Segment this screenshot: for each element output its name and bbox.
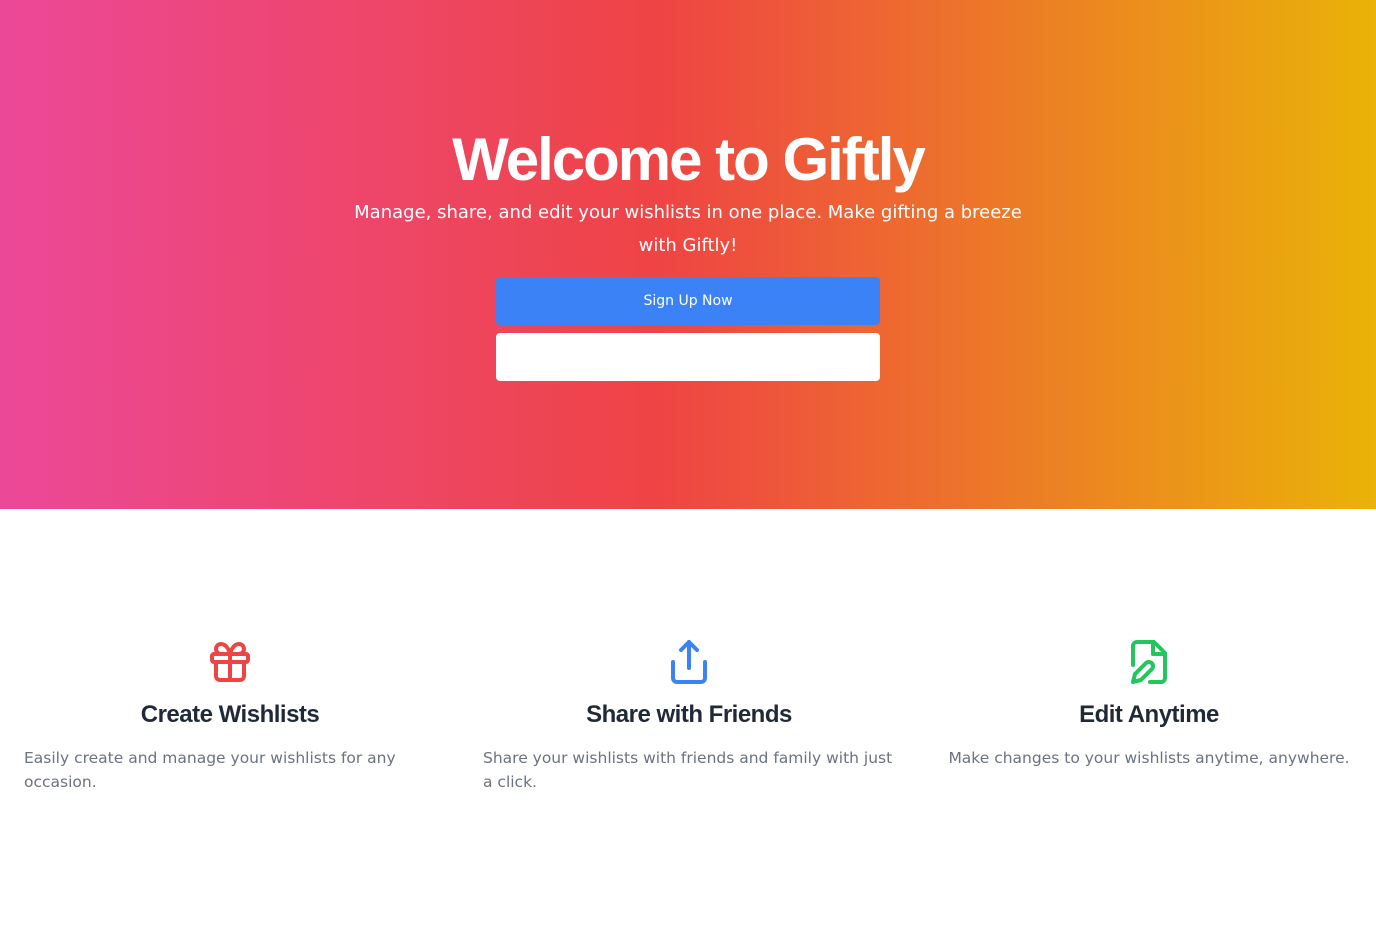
secondary-button[interactable] [496,333,880,381]
feature-description: Share your wishlists with friends and fa… [483,749,893,791]
feature-share-with-friends: Share with Friends Share your wishlists … [483,638,895,794]
hero-title: Welcome to Giftly [452,126,926,193]
feature-description: Make changes to your wishlists anytime, … [948,749,1350,767]
sign-up-button[interactable]: Sign Up Now [496,277,880,325]
share-icon [671,640,707,684]
feature-create-wishlists: Create Wishlists Easily create and manag… [24,638,436,794]
hero-section: Welcome to Giftly Manage, share, and edi… [0,0,1376,509]
feature-description: Easily create and manage your wishlists … [24,749,396,791]
edit-document-icon [1131,640,1167,684]
feature-title: Edit Anytime [1079,701,1219,728]
feature-title: Create Wishlists [140,701,320,728]
gift-icon [210,642,250,682]
feature-title: Share with Friends [586,701,792,728]
feature-edit-anytime: Edit Anytime Make changes to your wishli… [944,638,1354,770]
hero-subtitle: Manage, share, and edit your wishlists i… [354,202,1022,256]
